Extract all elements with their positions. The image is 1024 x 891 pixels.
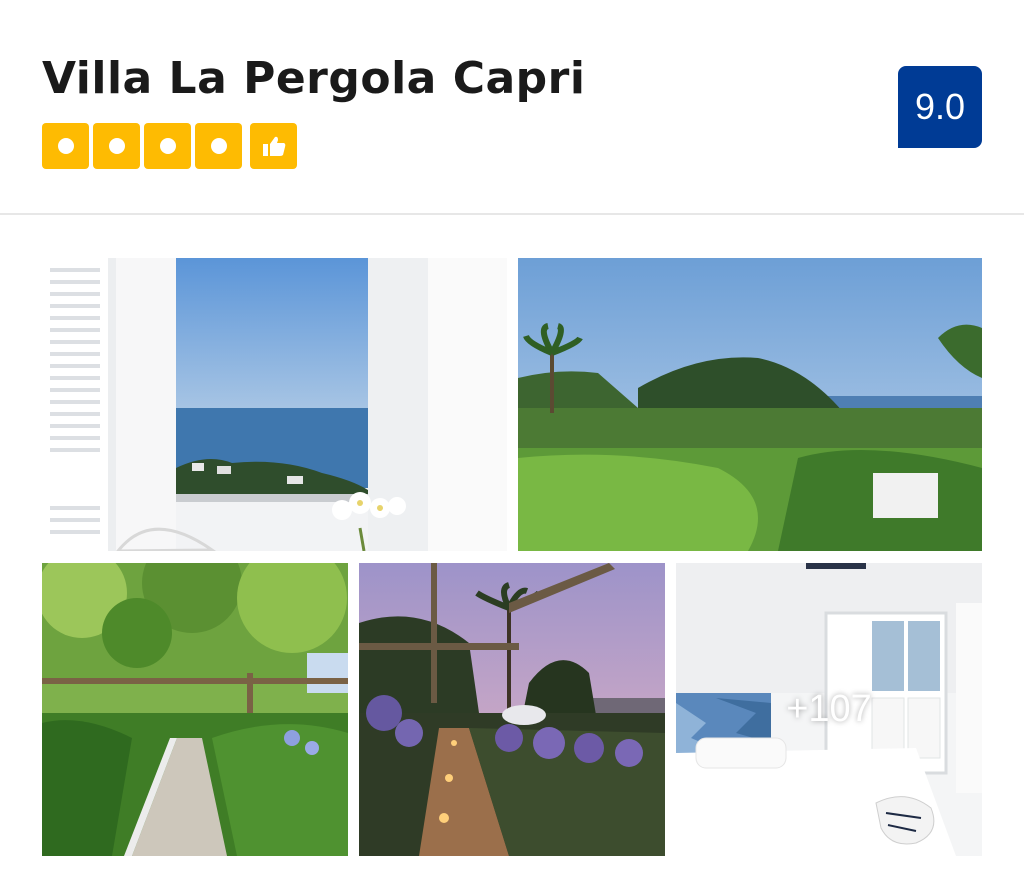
hotel-name: Villa La Pergola Capri (42, 53, 586, 104)
divider (0, 213, 1024, 215)
star-icon (195, 123, 242, 169)
thumbs-up-icon (250, 123, 297, 169)
photo-bedroom[interactable]: +107 (676, 563, 982, 856)
star-icon (144, 123, 191, 169)
star-icon (42, 123, 89, 169)
photo-evening-pergola[interactable] (359, 563, 665, 856)
review-score-badge[interactable]: 9.0 (898, 66, 982, 148)
star-rating (42, 123, 297, 169)
photo-garden-hillside[interactable] (518, 258, 982, 551)
photo-window-sea-view[interactable] (42, 258, 507, 551)
star-icon (93, 123, 140, 169)
more-photos-count[interactable]: +107 (676, 563, 982, 856)
photo-pergola-path[interactable] (42, 563, 348, 856)
